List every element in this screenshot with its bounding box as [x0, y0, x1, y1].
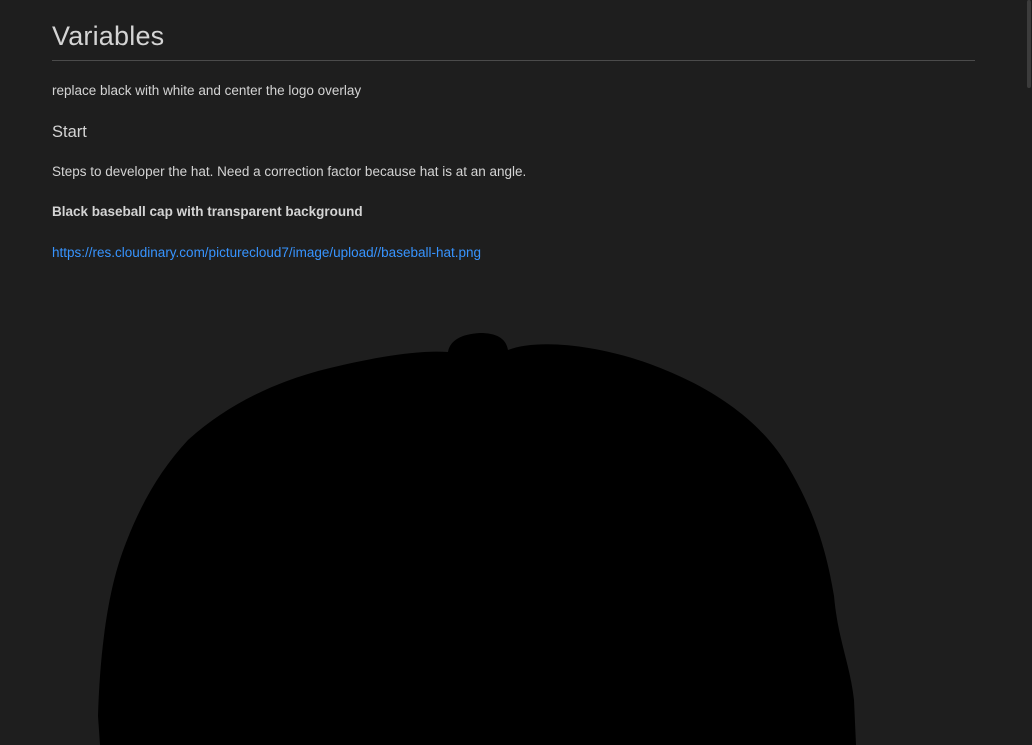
document-body: Variables replace black with white and c…: [52, 0, 975, 260]
cap-silhouette: [98, 333, 856, 745]
baseball-cap-image: [98, 333, 856, 745]
scrollbar-thumb[interactable]: [1027, 0, 1031, 88]
section-heading-start: Start: [52, 123, 87, 141]
image-caption: Black baseball cap with transparent back…: [52, 204, 363, 219]
page-title: Variables: [52, 0, 975, 61]
image-url-link[interactable]: https://res.cloudinary.com/picturecloud7…: [52, 244, 481, 262]
steps-paragraph: Steps to developer the hat. Need a corre…: [52, 164, 527, 179]
markdown-preview: Variables replace black with white and c…: [0, 0, 1032, 745]
intro-paragraph: replace black with white and center the …: [52, 83, 362, 98]
vertical-scrollbar[interactable]: [1026, 0, 1032, 745]
